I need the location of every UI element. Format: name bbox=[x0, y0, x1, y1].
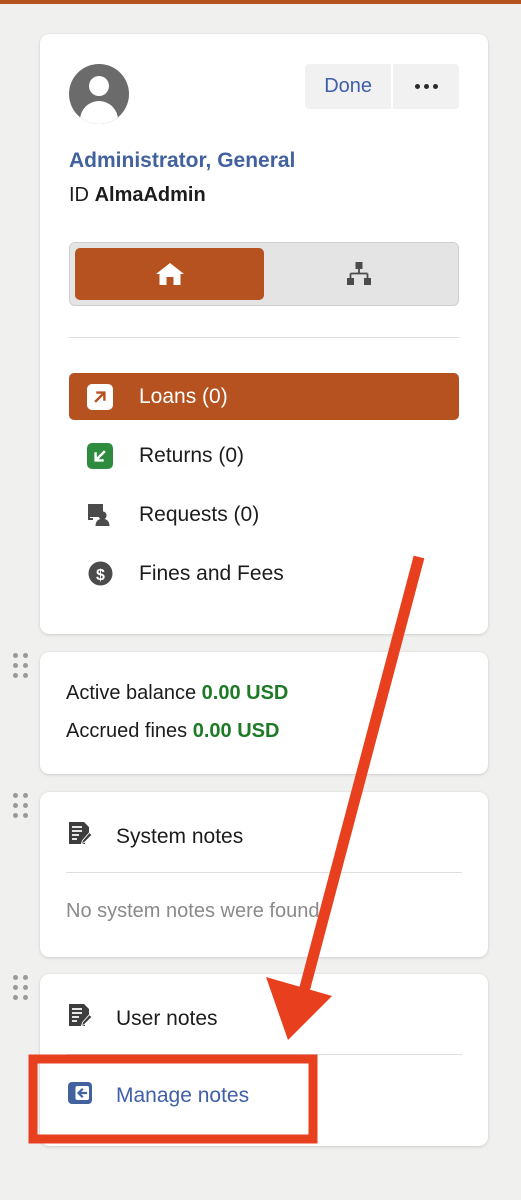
patron-id-label: ID bbox=[69, 184, 89, 206]
dollar-circle-glyph: $ bbox=[88, 561, 112, 586]
menu-item-label: Returns (0) bbox=[139, 443, 245, 467]
arrow-in-glyph bbox=[94, 449, 106, 462]
home-icon bbox=[155, 263, 184, 285]
manage-notes-label: Manage notes bbox=[116, 1083, 250, 1107]
manage-notes-icon bbox=[66, 1079, 94, 1112]
patron-profile-card: Done Administrator, General ID AlmaAdmin bbox=[40, 34, 488, 634]
returns-arrow-in-icon bbox=[83, 442, 117, 469]
accrued-fines-row: Accrued fines 0.00 USD bbox=[66, 720, 279, 743]
note-pencil-icon bbox=[66, 1002, 94, 1035]
menu-item-loans[interactable]: Loans (0) bbox=[69, 373, 459, 420]
active-balance-label: Active balance bbox=[66, 682, 197, 704]
menu-item-fines-and-fees[interactable]: $ Fines and Fees bbox=[69, 550, 459, 597]
note-pencil-icon bbox=[66, 820, 94, 853]
patron-id-value: AlmaAdmin bbox=[94, 184, 206, 206]
system-notes-header: System notes bbox=[66, 820, 243, 853]
ellipsis-dot bbox=[423, 84, 429, 89]
note-pencil-glyph bbox=[69, 822, 93, 845]
patron-name[interactable]: Administrator, General bbox=[69, 149, 295, 173]
manage-notes-link[interactable]: Manage notes bbox=[66, 1079, 249, 1112]
accrued-fines-value: 0.00 USD bbox=[192, 720, 280, 742]
drag-handle-icon[interactable] bbox=[12, 974, 32, 1004]
balance-card: Active balance 0.00 USD Accrued fines 0.… bbox=[40, 652, 488, 774]
profile-divider bbox=[69, 337, 459, 338]
menu-item-returns[interactable]: Returns (0) bbox=[69, 432, 459, 479]
patron-services-panel: Done Administrator, General ID AlmaAdmin bbox=[0, 4, 521, 1200]
active-balance-row: Active balance 0.00 USD bbox=[66, 682, 288, 705]
note-pencil-glyph bbox=[69, 1004, 93, 1027]
screen-person-glyph bbox=[88, 503, 110, 526]
requests-screen-person-icon bbox=[83, 502, 117, 528]
tab-home[interactable] bbox=[75, 248, 264, 300]
avatar bbox=[69, 64, 129, 124]
system-notes-empty-message: No system notes were found bbox=[66, 900, 320, 922]
ellipsis-icon[interactable] bbox=[391, 64, 459, 109]
drag-handle-icon[interactable] bbox=[12, 652, 32, 682]
ellipsis-dot bbox=[414, 84, 420, 89]
sitemap-icon bbox=[346, 262, 371, 285]
ellipsis-dot bbox=[432, 84, 438, 89]
menu-item-label: Requests (0) bbox=[139, 502, 260, 526]
user-notes-title: User notes bbox=[116, 1006, 218, 1030]
manage-notes-glyph bbox=[68, 1082, 92, 1104]
loans-arrow-out-icon bbox=[83, 383, 117, 410]
menu-item-label: Loans (0) bbox=[139, 384, 228, 408]
menu-item-label: Fines and Fees bbox=[139, 561, 284, 585]
user-notes-card: User notes Manage notes bbox=[40, 974, 488, 1146]
user-notes-divider bbox=[66, 1054, 462, 1055]
patron-id: ID AlmaAdmin bbox=[69, 184, 206, 207]
tab-hierarchy[interactable] bbox=[264, 248, 453, 300]
active-balance-value: 0.00 USD bbox=[201, 682, 289, 704]
done-button[interactable]: Done bbox=[305, 64, 391, 109]
user-notes-header: User notes bbox=[66, 1002, 218, 1035]
system-notes-card: System notes No system notes were found bbox=[40, 792, 488, 957]
profile-header: Done bbox=[40, 34, 488, 126]
system-notes-divider bbox=[66, 872, 462, 873]
svg-text:$: $ bbox=[96, 567, 105, 584]
patron-service-menu: Loans (0) Returns (0) Requests (0) $ Fin… bbox=[69, 373, 459, 609]
drag-handle-icon[interactable] bbox=[12, 792, 32, 822]
dollar-circle-icon: $ bbox=[83, 560, 117, 587]
system-notes-title: System notes bbox=[116, 824, 244, 848]
arrow-out-glyph bbox=[94, 390, 106, 403]
avatar-head-shape bbox=[89, 76, 109, 96]
view-tab-group bbox=[69, 242, 459, 306]
menu-item-requests[interactable]: Requests (0) bbox=[69, 491, 459, 538]
avatar-body-shape bbox=[80, 101, 118, 124]
accrued-fines-label: Accrued fines bbox=[66, 720, 188, 742]
header-actions: Done bbox=[305, 64, 459, 109]
